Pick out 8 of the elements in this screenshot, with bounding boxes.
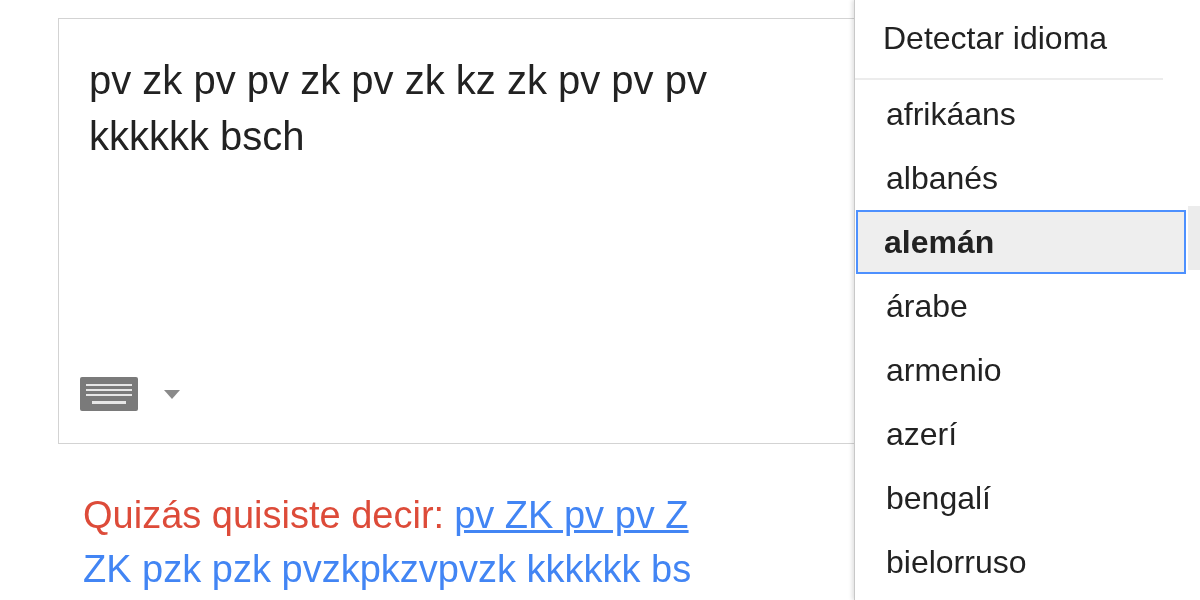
caret-icon[interactable] bbox=[164, 389, 180, 399]
menu-item[interactable]: alemán bbox=[856, 210, 1186, 274]
suggestion-link[interactable]: pv ZK pv pv Z bbox=[454, 488, 689, 542]
menu-item[interactable]: bielorruso bbox=[856, 530, 1186, 594]
suggestion-label: Quizás quisiste decir: bbox=[83, 493, 445, 538]
keyboard-icon[interactable] bbox=[80, 377, 138, 411]
input-text: pv zk pv pv zk pv zk kz zk pv pv pv kkkkkk bsch bbox=[89, 57, 708, 160]
menu-item[interactable]: bengalí bbox=[856, 466, 1186, 530]
